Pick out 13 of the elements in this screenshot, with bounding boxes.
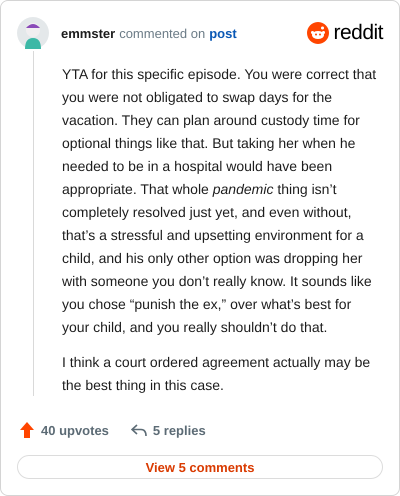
upvote-count[interactable]: 40 upvotes bbox=[19, 421, 109, 439]
comment-paragraph: YTA for this specific episode. You were correct that you were not obligated to swap days for the vacation. They can plan around custody time for optional things like that. But taking her when he needed to be in a hospital would have been appropriate. That whole pandemic thing isn’t completely resolved just yet, and even without, that’s a stressful and upsetting environment for a child, and his only other option was dropping her with someone you don’t really know. It sounds like you chose “punish the ex,” over what’s best for your child, and you really shouldn’t do that. bbox=[62, 65, 378, 337]
avatar bbox=[17, 17, 49, 49]
comment-paragraph: I think a court ordered agreement actually may be the best thing in this case. bbox=[62, 353, 372, 395]
up-arrow-icon bbox=[19, 421, 35, 439]
action-text: commented on bbox=[119, 26, 206, 40]
brand-name: reddit bbox=[333, 21, 383, 45]
alien-logo-icon bbox=[307, 22, 330, 44]
reply-count[interactable]: 5 replies bbox=[130, 422, 206, 438]
view-comments-button[interactable]: View 5 comments bbox=[17, 455, 383, 479]
username[interactable]: emmster bbox=[61, 26, 116, 40]
post-link[interactable]: post bbox=[209, 26, 237, 40]
reply-arrow-icon bbox=[130, 423, 147, 437]
